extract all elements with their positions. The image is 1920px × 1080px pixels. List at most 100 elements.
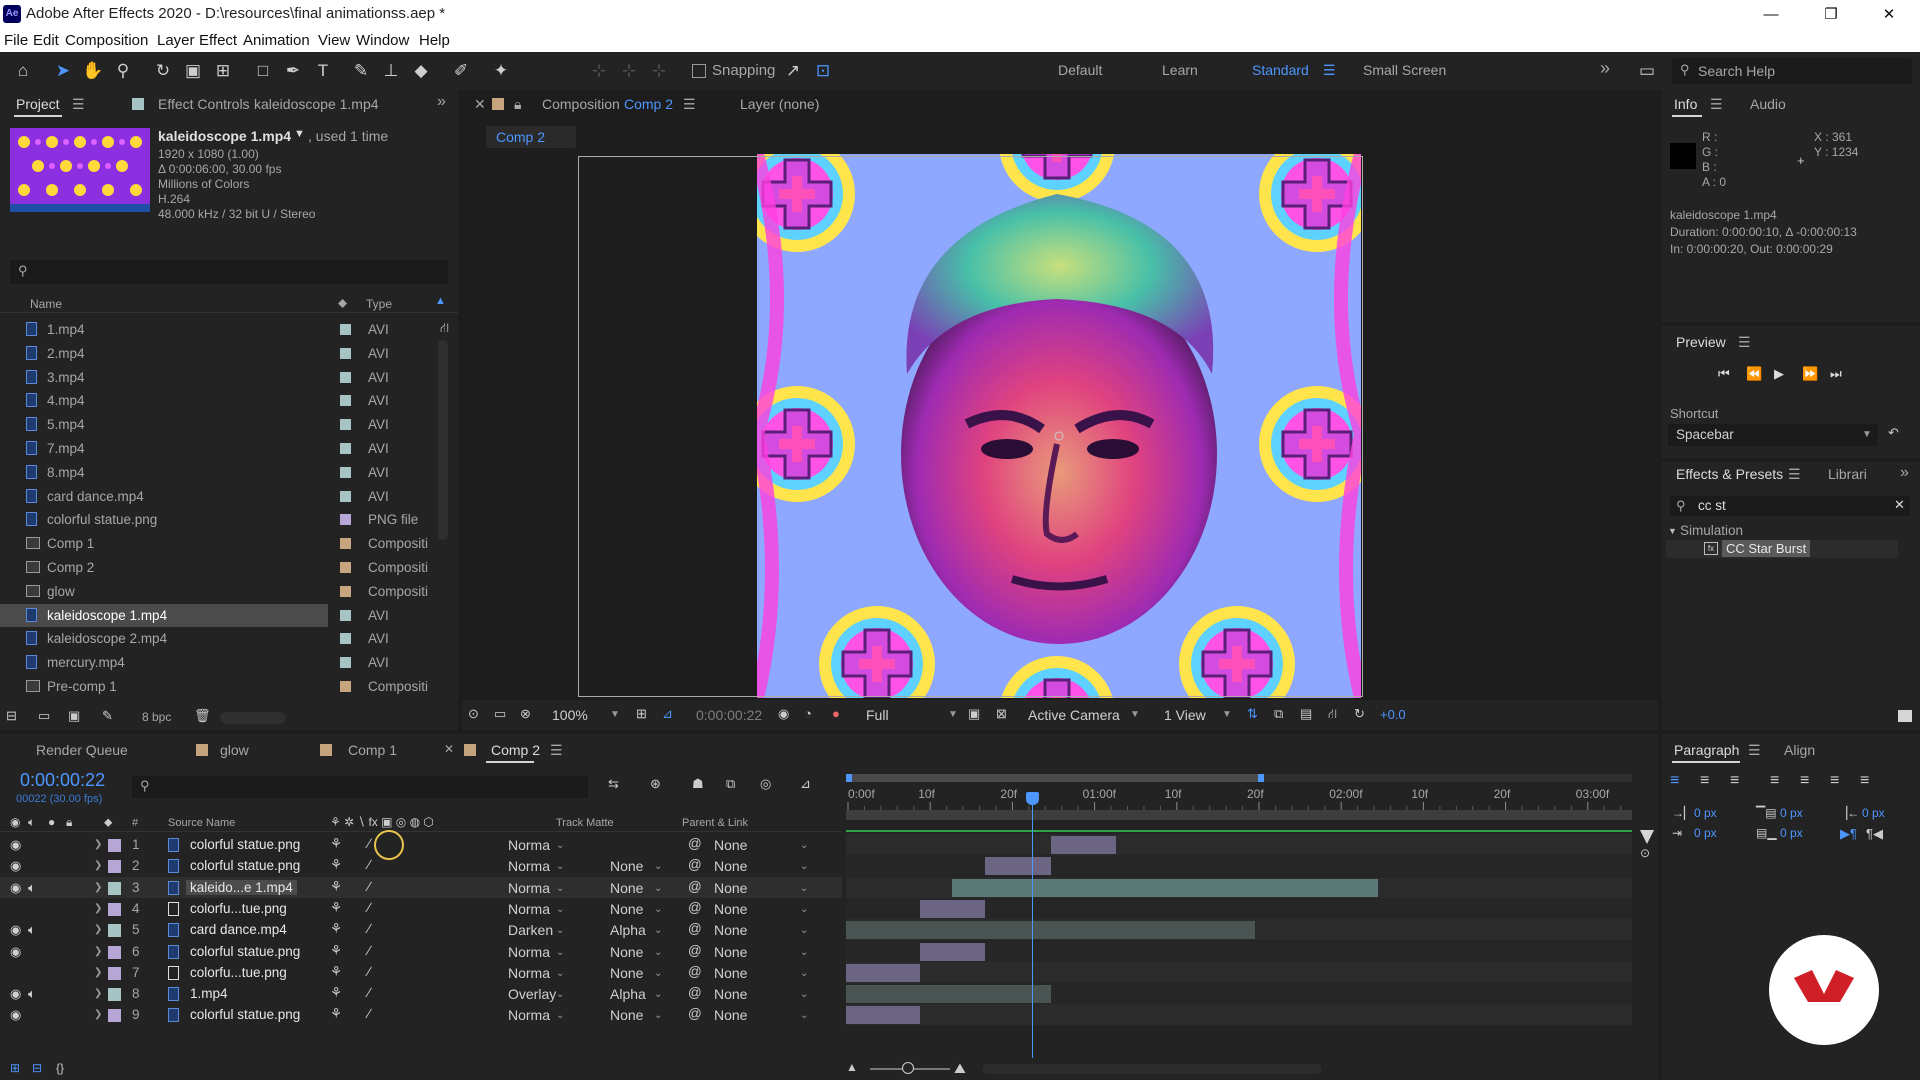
quality-switch-icon[interactable]: ∕ (368, 857, 370, 872)
tab-effects-presets[interactable]: Effects & Presets (1676, 466, 1783, 482)
effects-search-input[interactable]: ⚲ cc st ✕ (1670, 496, 1910, 516)
parent-dropdown[interactable]: None (714, 837, 747, 853)
audio-speaker-icon[interactable]: 🔈︎ (28, 922, 36, 938)
label-color-swatch[interactable] (340, 585, 351, 597)
effects-category-simulation[interactable]: Simulation (1680, 523, 1743, 538)
pickwhip-icon[interactable]: @ (688, 836, 702, 851)
parent-dropdown[interactable]: None (714, 965, 747, 981)
lock-icon[interactable]: 🔒︎ (514, 96, 521, 113)
visibility-eye-icon[interactable]: ◉ (10, 858, 21, 874)
space-after-value[interactable]: 0 px (1780, 826, 1803, 840)
project-item[interactable]: Comp 2 Compositi (0, 556, 436, 579)
zoom-out-icon[interactable]: ▲ (846, 1060, 858, 1074)
clear-search-icon[interactable]: ✕ (1894, 497, 1905, 513)
expand-layer-chevron-icon[interactable]: ❯ (94, 903, 102, 914)
layer-lane[interactable] (846, 919, 1632, 941)
shy-switch-icon[interactable]: ⚘ (330, 879, 342, 895)
viewer-timecode[interactable]: 0:00:00:22 (696, 707, 762, 723)
blend-mode-dropdown[interactable]: Overlay (508, 986, 556, 1002)
sort-ascending-icon[interactable]: ▲ (435, 295, 446, 307)
minimize-button[interactable]: — (1748, 2, 1794, 28)
layer-duration-bar[interactable] (985, 857, 1051, 876)
project-item[interactable]: glow Compositi (0, 580, 436, 603)
shy-switch-icon[interactable]: ⚘ (330, 943, 342, 959)
tab-info[interactable]: Info (1674, 96, 1697, 112)
parent-dropdown[interactable]: None (714, 858, 747, 874)
layer-label-color[interactable] (108, 881, 121, 895)
snap-feather-icon[interactable]: ⊡ (812, 60, 834, 82)
info-menu-icon[interactable]: ☰ (1710, 96, 1723, 113)
rtl-text-icon[interactable]: ¶◀ (1866, 826, 1883, 842)
pan-behind-tool-icon[interactable]: ⊞ (212, 60, 234, 82)
home-icon[interactable]: ⌂ (12, 60, 34, 82)
layer-row[interactable]: ◉ ❯ 2 colorful statue.png ⚘ ∕ Norma ⌄ None ⌄ @ None… (0, 855, 842, 876)
comp-marker-bin[interactable] (1640, 830, 1654, 844)
timeline-icon[interactable]: ▤ (1300, 706, 1312, 722)
puppet-pin-icon[interactable]: ✦ (490, 60, 512, 82)
snapshot-icon[interactable]: ◉ (778, 706, 789, 722)
pickwhip-icon[interactable]: @ (688, 879, 702, 894)
project-item[interactable]: card dance.mp4 AVI (0, 485, 436, 508)
layer-label-color[interactable] (108, 988, 121, 1002)
label-color-swatch[interactable] (340, 657, 351, 669)
shortcut-dropdown[interactable]: Spacebar ▼ (1668, 424, 1878, 446)
help-search-box[interactable]: ⚲ Search Help (1672, 58, 1912, 84)
layer-source-name[interactable]: colorfu...tue.png (190, 965, 287, 980)
interpret-footage-icon[interactable]: ⊟ (6, 708, 17, 724)
shy-switch-icon[interactable]: ⚘ (330, 1006, 342, 1022)
timeline-search-input[interactable]: ⚲ (132, 776, 588, 798)
graph-editor-icon[interactable]: ⊿ (800, 776, 811, 792)
visibility-eye-icon[interactable]: ◉ (10, 1007, 21, 1023)
next-frame-icon[interactable]: ⏩ (1802, 366, 1818, 382)
layer-row[interactable]: ❯ 7 colorfu...tue.png ⚘ ∕ Norma ⌄ None ⌄ @ None ⌄ (0, 962, 842, 983)
camera-dropdown[interactable]: Active Camera (1028, 707, 1120, 723)
pickwhip-icon[interactable]: @ (688, 943, 702, 958)
track-matte-dropdown[interactable]: None (610, 1007, 643, 1023)
frame-blending-icon[interactable]: ⧉ (726, 776, 735, 792)
work-area-bar[interactable] (846, 810, 1632, 820)
panel-overflow-icon[interactable]: » (1900, 464, 1909, 482)
ltr-text-icon[interactable]: ▶¶ (1840, 826, 1857, 842)
expand-layer-chevron-icon[interactable]: ❯ (94, 967, 102, 978)
project-item[interactable]: kaleidoscope 1.mp4 AVI (0, 603, 389, 627)
navigator-end-handle[interactable] (1258, 774, 1264, 782)
menu-layer[interactable]: Layer (157, 32, 195, 49)
zoom-tool-icon[interactable]: ⚲ (112, 60, 134, 82)
layer-source-name[interactable]: 1.mp4 (190, 986, 228, 1001)
footage-dropdown-icon[interactable]: ▼ (294, 128, 305, 140)
playhead-handle[interactable] (1026, 792, 1039, 805)
quality-switch-icon[interactable]: ∕ (368, 943, 370, 958)
axis-world-icon[interactable]: ⊹ (618, 60, 640, 82)
label-column-icon[interactable]: ⬥ (338, 295, 347, 311)
track-matte-dropdown[interactable]: Alpha (610, 986, 646, 1002)
column-name[interactable]: Name (30, 297, 62, 311)
pickwhip-icon[interactable]: @ (688, 964, 702, 979)
project-item[interactable]: colorful statue.png PNG file (0, 508, 436, 531)
label-color-swatch[interactable] (340, 514, 351, 526)
visibility-eye-icon[interactable]: ◉ (10, 944, 21, 960)
quality-switch-icon[interactable]: ∕ (368, 879, 370, 894)
mask-visibility-icon[interactable]: ⊗ (520, 706, 531, 722)
layer-duration-bar[interactable] (919, 899, 986, 918)
label-color-swatch[interactable] (340, 419, 351, 431)
type-tool-icon[interactable]: T (312, 60, 334, 82)
axis-view-icon[interactable]: ⊹ (648, 60, 670, 82)
label-color-swatch[interactable] (340, 347, 351, 359)
column-source-name[interactable]: Source Name (168, 817, 235, 829)
resolution-dropdown[interactable]: Full (866, 707, 889, 723)
parent-dropdown[interactable]: None (714, 880, 747, 896)
layer-duration-bar[interactable] (846, 963, 920, 982)
track-matte-dropdown[interactable]: None (610, 965, 643, 981)
expand-layer-chevron-icon[interactable]: ❯ (94, 1009, 102, 1020)
layer-label-color[interactable] (108, 966, 121, 980)
tab-comp-2[interactable]: Comp 2 (491, 742, 540, 758)
project-item[interactable]: 1.mp4 AVI (0, 318, 436, 341)
always-preview-icon[interactable]: ⊙ (468, 706, 479, 722)
layer-source-name[interactable]: colorful statue.png (190, 944, 300, 959)
layer-label-color[interactable] (108, 945, 121, 959)
layer-row[interactable]: ◉ 🔈︎ ❯ 5 card dance.mp4 ⚘ ∕ Darken ⌄ Alpha ⌄ @ None ⌄ (0, 919, 842, 940)
eraser-tool-icon[interactable]: ◆ (410, 60, 432, 82)
blend-mode-dropdown[interactable]: Norma (508, 901, 550, 917)
parent-dropdown[interactable]: None (714, 986, 747, 1002)
project-item[interactable]: 5.mp4 AVI (0, 413, 436, 436)
